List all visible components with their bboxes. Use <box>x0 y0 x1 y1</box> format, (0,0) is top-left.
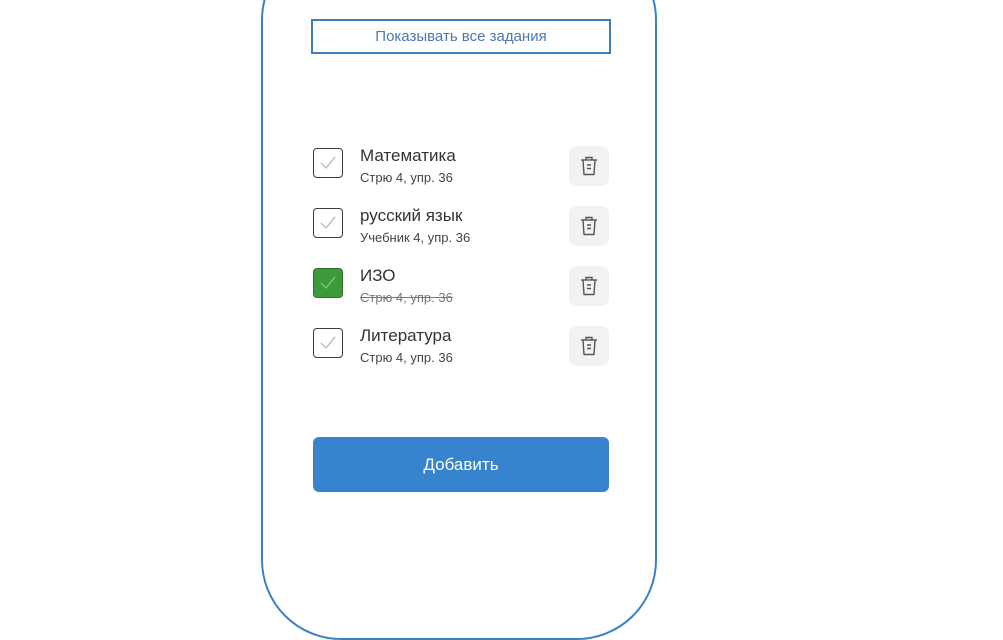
delete-task-button[interactable] <box>569 326 609 366</box>
add-task-button[interactable]: Добавить <box>313 437 609 492</box>
task-subtitle: Стрю 4, упр. 36 <box>360 290 453 305</box>
task-item: русский язык Учебник 4, упр. 36 <box>313 206 609 247</box>
task-checkbox[interactable] <box>313 328 343 358</box>
trash-icon <box>581 276 597 296</box>
check-icon <box>320 276 336 290</box>
task-title: Математика <box>360 146 456 165</box>
task-title: русский язык <box>360 206 463 225</box>
task-checkbox[interactable] <box>313 148 343 178</box>
trash-icon <box>581 336 597 356</box>
show-all-tasks-button[interactable]: Показывать все задания <box>311 19 611 54</box>
task-item: Математика Стрю 4, упр. 36 <box>313 146 609 187</box>
task-checkbox[interactable] <box>313 208 343 238</box>
check-icon <box>320 156 336 170</box>
task-checkbox[interactable] <box>313 268 343 298</box>
phone-frame <box>261 0 657 640</box>
trash-icon <box>581 216 597 236</box>
task-title: Литература <box>360 326 452 345</box>
task-subtitle: Стрю 4, упр. 36 <box>360 170 453 185</box>
task-title: ИЗО <box>360 266 396 285</box>
delete-task-button[interactable] <box>569 146 609 186</box>
check-icon <box>320 336 336 350</box>
delete-task-button[interactable] <box>569 266 609 306</box>
task-item: ИЗО Стрю 4, упр. 36 <box>313 266 609 307</box>
trash-icon <box>581 156 597 176</box>
task-item: Литература Стрю 4, упр. 36 <box>313 326 609 367</box>
check-icon <box>320 216 336 230</box>
task-subtitle: Учебник 4, упр. 36 <box>360 230 471 245</box>
delete-task-button[interactable] <box>569 206 609 246</box>
task-subtitle: Стрю 4, упр. 36 <box>360 350 453 365</box>
